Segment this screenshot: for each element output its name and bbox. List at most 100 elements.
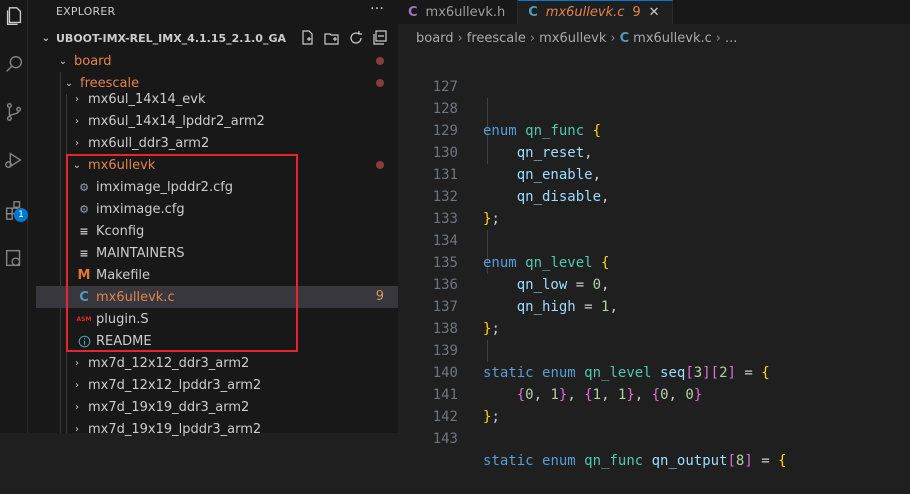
breadcrumb-item[interactable]: board — [416, 31, 454, 46]
tree-file[interactable]: M Makefile — [36, 264, 398, 286]
tree-folder-item[interactable]: › mx6ul_14x14_lpddr2_arm2 — [36, 110, 398, 132]
code-editor[interactable]: 127 128 enum qn_func { 129 qn_reset, 130… — [398, 54, 910, 469]
search-icon[interactable] — [0, 50, 28, 78]
tree-folder-item[interactable]: › mx7d_12x12_lpddr3_arm2 — [36, 374, 398, 396]
explorer-icon[interactable] — [0, 2, 28, 30]
chevron-right-icon: › — [715, 30, 721, 46]
extensions-icon[interactable]: 1 — [0, 196, 28, 224]
tree-item-label: mx6ul_14x14_lpddr2_arm2 — [88, 113, 265, 129]
code-line: 128 enum qn_func { — [398, 76, 910, 139]
chevron-right-icon: › — [75, 115, 79, 127]
workspace-root-label: UBOOT-IMX-REL_IMX_4.1.15_2.1.0_GA — [56, 31, 287, 45]
type-name: qn_func — [584, 453, 644, 469]
chevron-right-icon: › — [529, 30, 536, 46]
tree-folder-item[interactable]: › mx7d_12x12_ddr3_arm2 — [36, 352, 398, 374]
sidebar-gap — [28, 0, 36, 433]
problem-count: 9 — [375, 289, 384, 304]
code-line: 141 }; — [398, 362, 910, 425]
line-number: 143 — [432, 431, 458, 447]
close-icon[interactable]: ✕ — [649, 5, 660, 20]
modified-dot — [376, 79, 384, 87]
tree-file-label: imximage.cfg — [96, 201, 185, 217]
c-file-icon: C — [619, 30, 630, 46]
chevron-right-icon: › — [75, 357, 79, 369]
modified-dot — [376, 161, 384, 169]
chevron-right-icon: › — [457, 30, 463, 46]
breadcrumb-item[interactable]: ... — [725, 31, 737, 46]
tab-bar: C mx6ullevk.h C mx6ullevk.c 9 ✕ — [398, 0, 910, 24]
c-file-icon: C — [528, 5, 538, 20]
code-line: 134 enum qn_level { — [398, 208, 910, 271]
tree-item-label: mx7d_19x19_ddr3_arm2 — [88, 399, 250, 415]
tree-file-label: README — [96, 333, 152, 349]
chevron-down-icon: ⌄ — [72, 159, 82, 171]
tree-item-label: mx6ull_ddr3_arm2 — [88, 135, 210, 151]
tree-file[interactable]: ⚙ imximage_lpddr2.cfg — [36, 176, 398, 198]
tree-file-label: plugin.S — [96, 311, 149, 327]
tree-item-label: mx7d_12x12_ddr3_arm2 — [88, 355, 250, 371]
tree-file[interactable]: ≡ Kconfig — [36, 220, 398, 242]
code-line: 143 static enum qn_func qn_output[8] = { — [398, 406, 910, 469]
explorer-header: EXPLORER ··· — [36, 0, 398, 22]
chevron-right-icon: › — [75, 401, 79, 413]
tree-item-label: mx7d_12x12_lpddr3_arm2 — [88, 377, 262, 393]
tree-folder-item[interactable]: › mx6ul_14x14_evk — [36, 88, 398, 110]
chevron-down-icon: ⌄ — [41, 32, 51, 44]
tree-file[interactable]: ASM plugin.S — [36, 308, 398, 330]
tree-file[interactable]: ⚙ imximage.cfg — [36, 198, 398, 220]
tab-label: mx6ullevk.c — [545, 5, 625, 20]
breadcrumb: board › freescale › mx6ullevk › C mx6ull… — [398, 24, 910, 52]
code-line: 129 qn_reset, — [398, 98, 910, 161]
tree-file-label: mx6ullevk.c — [96, 289, 175, 305]
code-line: 139 static enum qn_level seq[3][2] = { — [398, 318, 910, 381]
code-line: 135 qn_low = 0, — [398, 230, 910, 293]
tree-folder-item[interactable]: › mx7d_19x19_ddr3_arm2 — [36, 396, 398, 418]
tab-mx6ullevk-h[interactable]: C mx6ullevk.h — [398, 0, 519, 24]
explorer-title: EXPLORER — [56, 4, 116, 18]
tree-file-label: MAINTAINERS — [96, 245, 185, 261]
chevron-right-icon: › — [610, 30, 616, 46]
tree-folder-item[interactable]: › mx7d_19x19_lpddr3_arm2 — [36, 418, 398, 440]
c-file-icon: C — [79, 289, 89, 305]
gear-icon: ⚙ — [79, 202, 89, 216]
more-actions-icon[interactable]: ··· — [370, 1, 384, 17]
new-folder-icon[interactable] — [324, 30, 340, 46]
chevron-down-icon: ⌄ — [64, 77, 74, 89]
activity-bar: 1 — [0, 0, 28, 433]
tree-folder-label: mx6ullevk — [88, 157, 156, 173]
code-line: 127 — [398, 54, 910, 95]
chevron-right-icon: › — [75, 379, 79, 391]
breadcrumb-item[interactable]: freescale — [467, 31, 526, 46]
extensions-badge: 1 — [14, 208, 28, 222]
workspace-root[interactable]: ⌄ UBOOT-IMX-REL_IMX_4.1.15_2.1.0_GA — [36, 26, 398, 50]
modified-dot — [376, 57, 384, 65]
code-line: 140 {0, 1}, {1, 1}, {0, 0} — [398, 340, 910, 403]
tree-file[interactable]: README — [36, 330, 398, 352]
lines-icon: ≡ — [79, 224, 89, 238]
new-file-icon[interactable] — [300, 30, 316, 46]
tree-folder-board[interactable]: ⌄ board — [36, 50, 398, 72]
chevron-right-icon: › — [75, 137, 79, 149]
tree-folder-label: board — [74, 53, 112, 69]
explorer-sidebar: EXPLORER ··· ⌄ UBOOT-IMX-REL_IMX_4.1.15_… — [36, 0, 398, 437]
tree-folder-mx6ullevk[interactable]: ⌄ mx6ullevk — [36, 154, 398, 176]
remote-explorer-icon[interactable] — [0, 244, 28, 272]
tree-file[interactable]: ≡ MAINTAINERS — [36, 242, 398, 264]
code-line: 137 }; — [398, 274, 910, 337]
tree-item-label: mx6ul_14x14_evk — [88, 91, 206, 107]
tab-mx6ullevk-c[interactable]: C mx6ullevk.c 9 ✕ — [518, 0, 673, 24]
collapse-all-icon[interactable] — [372, 30, 388, 46]
variable-name: qn_output — [651, 453, 728, 469]
run-debug-icon[interactable] — [0, 146, 28, 174]
tree-item-label: mx7d_19x19_lpddr3_arm2 — [88, 421, 262, 437]
chevron-down-icon: ⌄ — [58, 55, 68, 67]
tree-folder-item[interactable]: › mx6ull_ddr3_arm2 — [36, 132, 398, 154]
breadcrumb-item[interactable]: mx6ullevk.c — [633, 31, 712, 46]
tab-label: mx6ullevk.h — [425, 4, 506, 20]
c-header-icon: C — [408, 4, 418, 20]
breadcrumb-item[interactable]: mx6ullevk — [539, 31, 606, 46]
refresh-icon[interactable] — [348, 30, 364, 46]
source-control-icon[interactable] — [0, 98, 28, 126]
makefile-icon: M — [77, 267, 91, 283]
tree-file-selected[interactable]: C mx6ullevk.c 9 — [36, 286, 398, 308]
